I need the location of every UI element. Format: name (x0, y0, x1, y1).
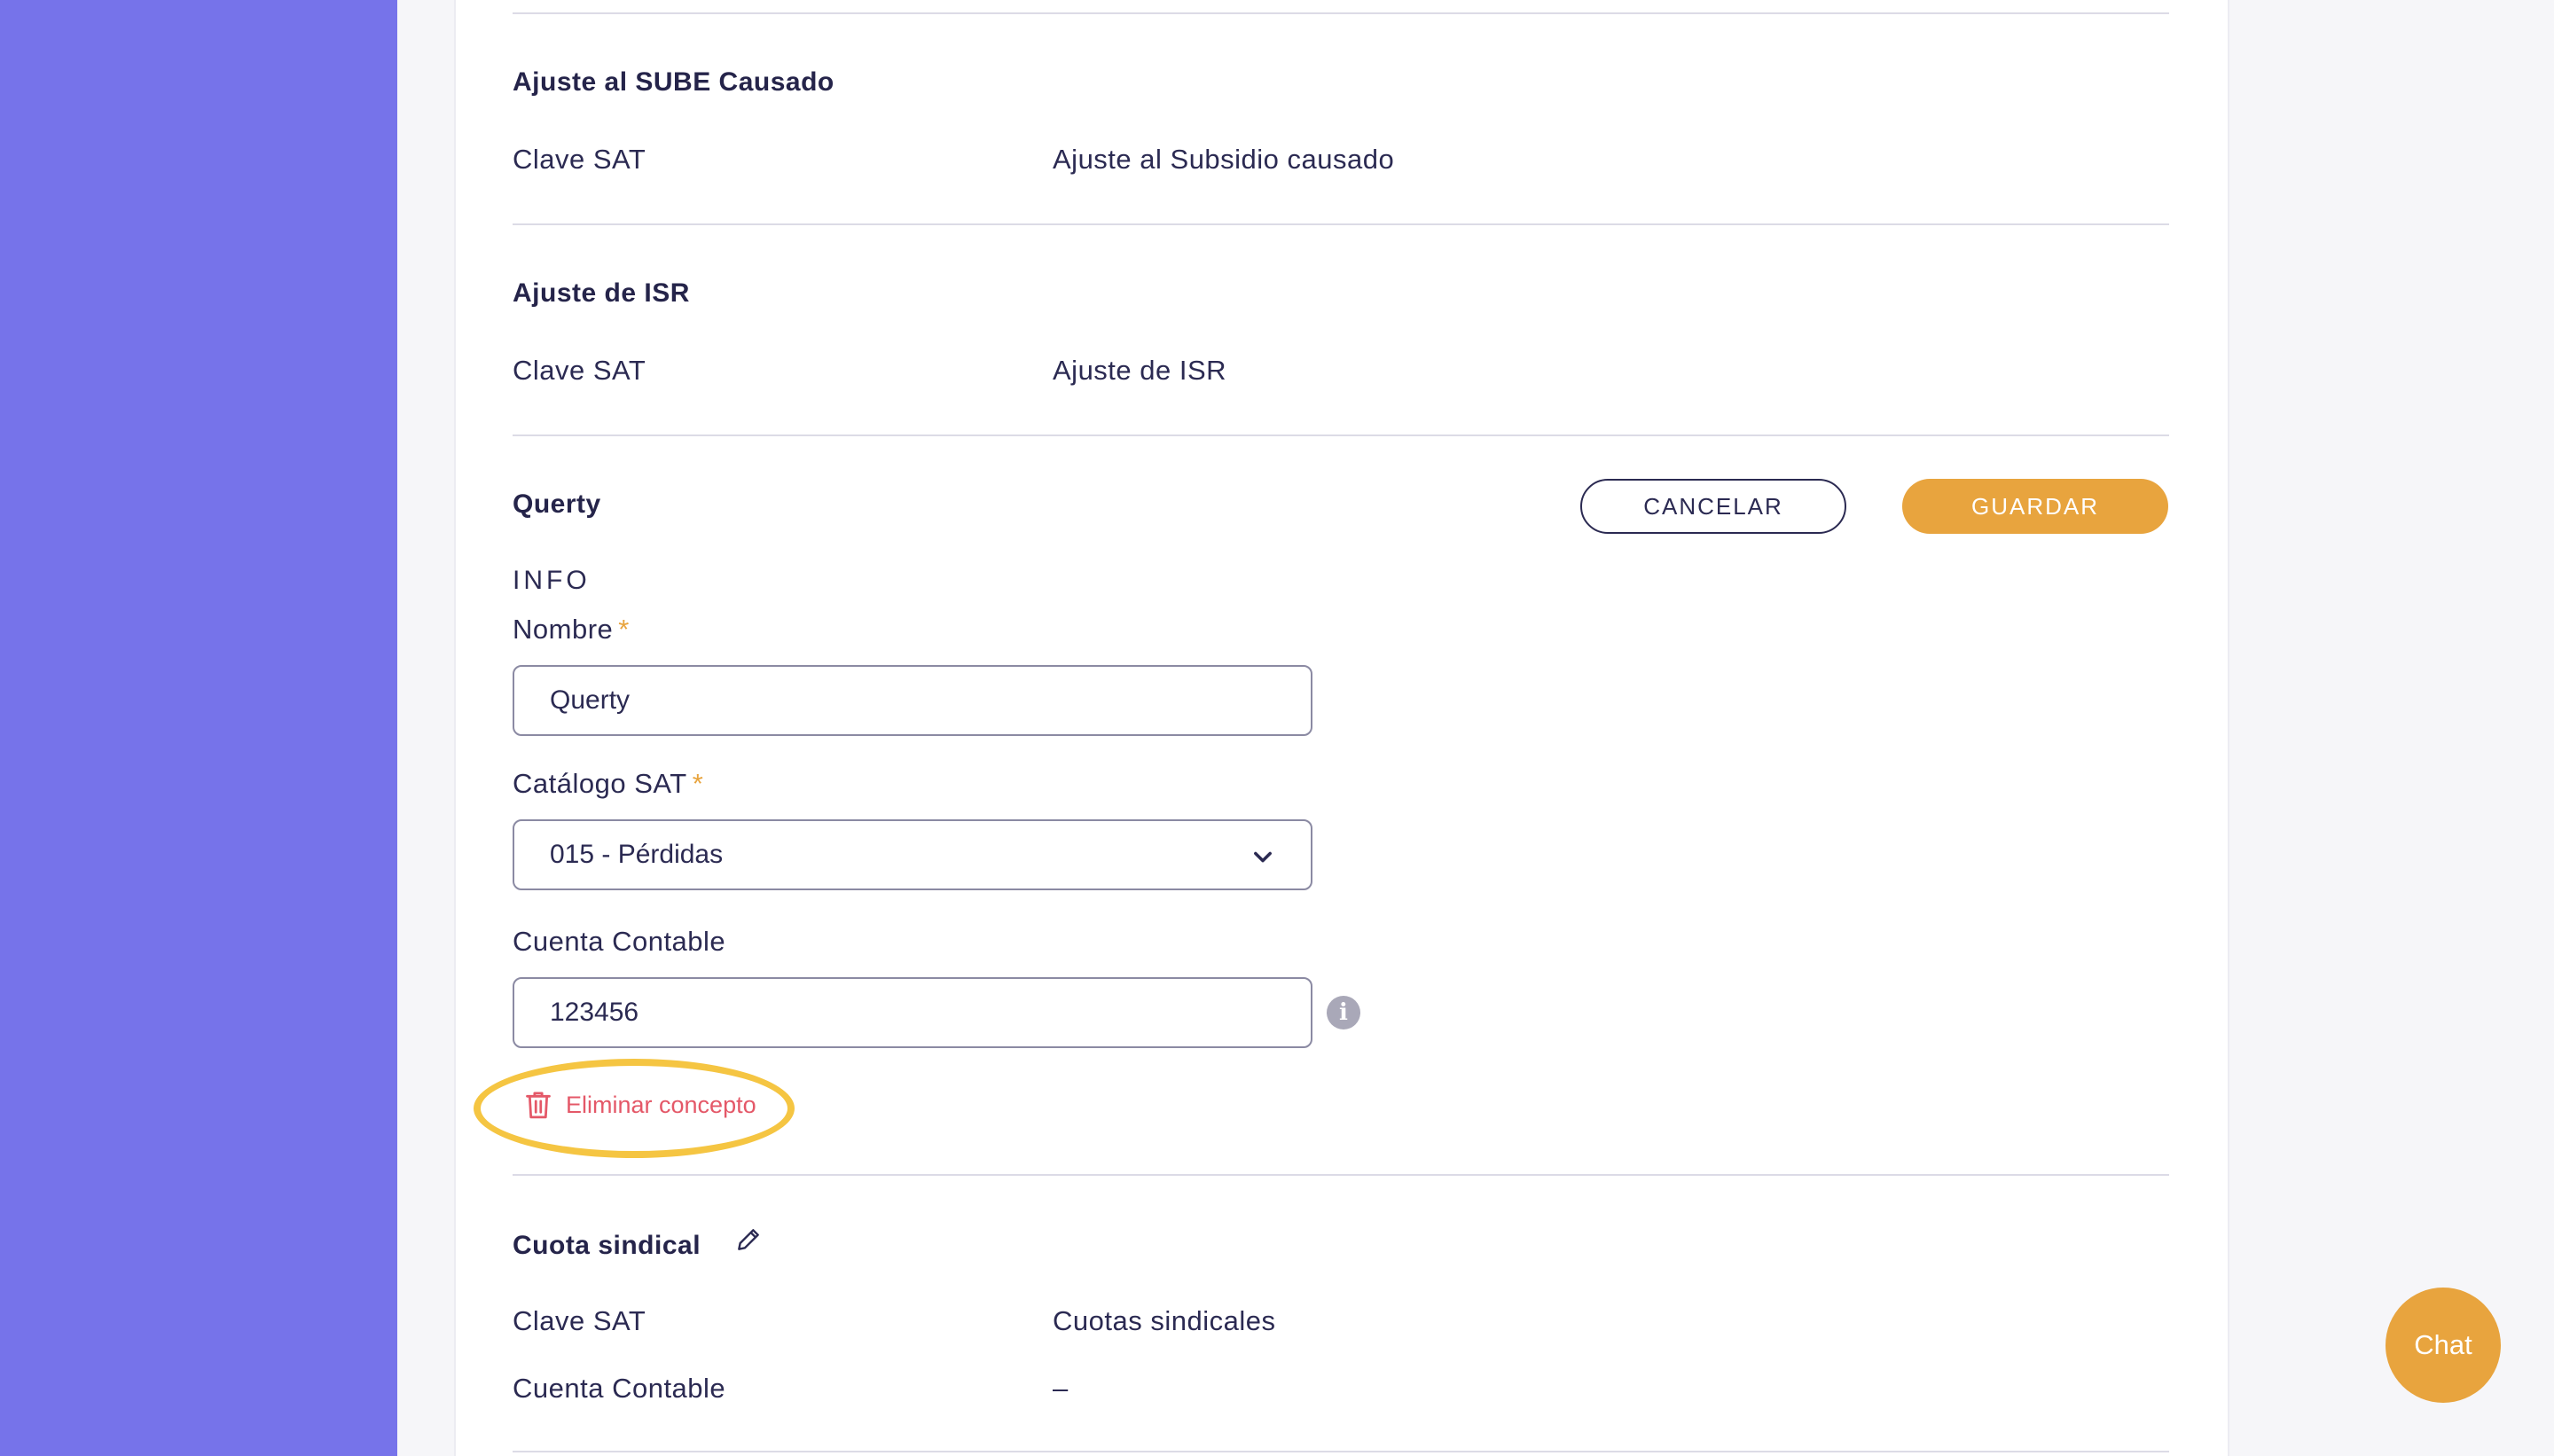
chevron-down-icon (1254, 851, 1272, 863)
clave-sat-label: Clave SAT (513, 144, 646, 175)
clave-sat-value: Ajuste de ISR (1053, 355, 1227, 386)
divider (513, 1174, 2169, 1176)
chat-button[interactable]: Chat (2386, 1288, 2501, 1403)
info-icon[interactable]: i (1327, 996, 1360, 1029)
required-mark: * (692, 768, 704, 799)
sidebar (0, 0, 397, 1456)
nombre-input[interactable]: Querty (513, 665, 1312, 736)
save-button[interactable]: GUARDAR (1902, 479, 2168, 534)
section-title-cuota: Cuota sindical (513, 1231, 701, 1260)
cancel-button[interactable]: CANCELAR (1580, 479, 1846, 534)
catalogo-sat-select-value: 015 - Pérdidas (550, 840, 724, 869)
info-heading: INFO (513, 566, 591, 595)
catalogo-sat-label-text: Catálogo SAT (513, 768, 687, 799)
catalogo-sat-label: Catálogo SAT * (513, 768, 703, 800)
section-title-sube: Ajuste al SUBE Causado (513, 67, 834, 97)
cuenta-contable-label: Cuenta Contable (513, 1373, 726, 1404)
divider (513, 434, 2169, 436)
clave-sat-value: Cuotas sindicales (1053, 1305, 1276, 1336)
delete-concept-button[interactable]: Eliminar concepto (523, 1089, 756, 1121)
divider (513, 12, 2169, 14)
cuenta-contable-value: – (1053, 1373, 1069, 1404)
nombre-input-value: Querty (550, 685, 631, 715)
catalogo-sat-select[interactable]: 015 - Pérdidas (513, 819, 1312, 890)
pencil-icon[interactable] (734, 1225, 763, 1254)
clave-sat-value: Ajuste al Subsidio causado (1053, 144, 1395, 175)
cuenta-contable-input-value: 123456 (550, 998, 639, 1027)
section-title-querty: Querty (513, 489, 601, 519)
nombre-label: Nombre * (513, 614, 630, 646)
clave-sat-label: Clave SAT (513, 1305, 646, 1336)
delete-concept-label: Eliminar concepto (566, 1091, 756, 1118)
cuenta-contable-input[interactable]: 123456 (513, 977, 1312, 1048)
required-mark: * (618, 614, 630, 645)
clave-sat-label: Clave SAT (513, 355, 646, 386)
divider (513, 223, 2169, 225)
nombre-label-text: Nombre (513, 614, 614, 645)
divider (513, 1451, 2169, 1452)
cuenta-contable-label: Cuenta Contable (513, 926, 726, 957)
section-title-isr: Ajuste de ISR (513, 278, 690, 308)
trash-icon (526, 1092, 551, 1119)
